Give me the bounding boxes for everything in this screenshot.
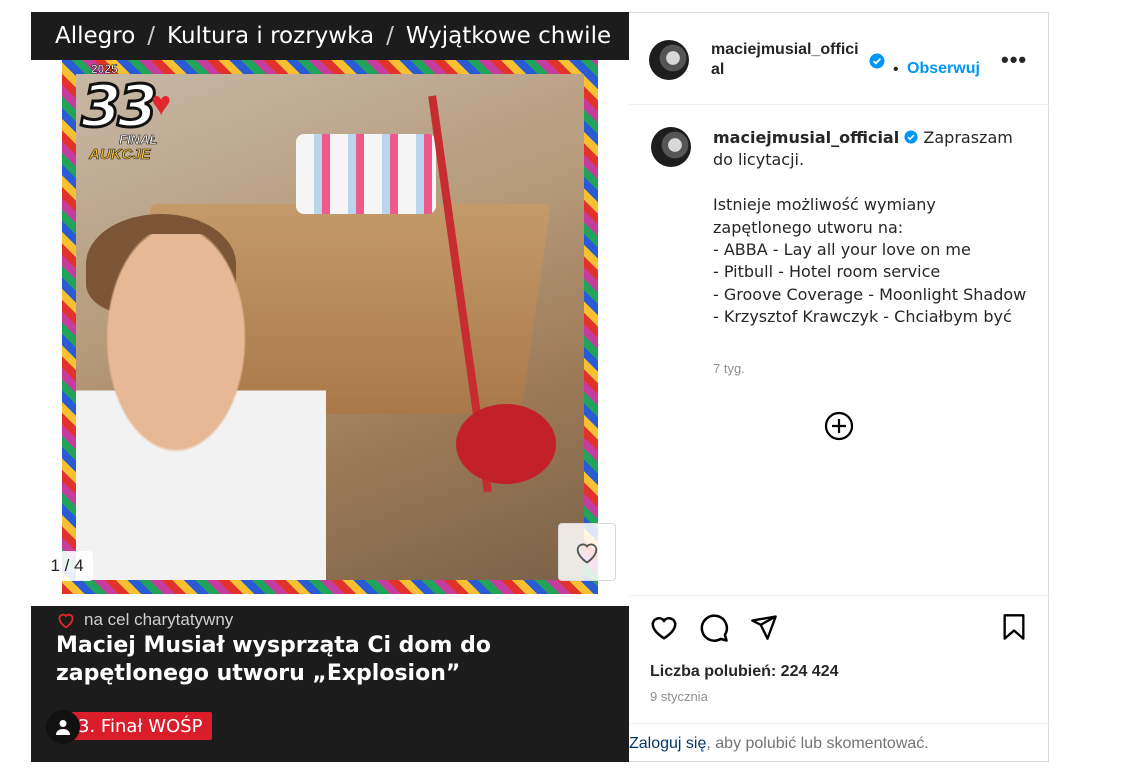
like-icon[interactable] [649,613,679,641]
username[interactable]: maciejmusial_official [711,40,866,80]
breadcrumb-item-allegro[interactable]: Allegro [55,23,135,49]
logo-number: 33 [80,71,160,142]
verified-badge-icon [869,53,885,69]
logo-line2: AUKCJE [89,146,151,164]
caption-username[interactable]: maciejmusial_official [713,128,899,147]
caption-time: 7 tyg. [713,361,745,376]
breadcrumb: Allegro / Kultura i rozrywka / Wyjątkowe… [31,12,629,60]
media-panel: Allegro / Kultura i rozrywka / Wyjątkowe… [31,12,629,762]
plus-circle-icon[interactable] [823,410,855,442]
avatar[interactable] [651,127,691,167]
favorite-button[interactable] [558,523,616,581]
save-icon[interactable] [1001,613,1027,641]
post-date: 9 stycznia [650,689,708,704]
actions-divider [629,595,1049,596]
more-horizontal-icon[interactable]: ••• [1001,47,1027,73]
caption-text: maciejmusial_official Zapraszam do licyt… [713,127,1028,329]
caption-area: maciejmusial_official Zapraszam do licyt… [629,105,1049,595]
breadcrumb-item-kultura[interactable]: Kultura i rozrywka [167,23,374,49]
verified-badge-icon [904,130,918,144]
breadcrumb-item-wyjatkowe[interactable]: Wyjątkowe chwile [406,23,611,49]
heart-outline-icon [576,543,598,564]
charity-heart-icon [58,613,74,629]
user-icon [56,720,70,735]
logo-line1: FINAŁ [119,132,158,148]
login-link[interactable]: Zaloguj się [629,735,706,753]
post-header: maciejmusial_official • Obserwuj ••• [629,13,1049,105]
wosp-auction-logo: 2025 33 ♥ FINAŁ AUKCJE [79,62,189,164]
breadcrumb-separator: / [386,23,394,49]
share-icon[interactable] [749,613,779,641]
comment-icon[interactable] [699,613,729,643]
separator-dot: • [893,61,899,78]
charity-label: na cel charytatywny [56,610,233,630]
likes-count[interactable]: Liczba polubień: 224 424 [650,663,839,681]
login-text: , aby polubić lub skomentować. [706,734,929,752]
user-button[interactable] [46,710,80,744]
avatar[interactable] [649,40,689,80]
offer-title[interactable]: Maciej Musiał wysprząta Ci dom do zapętl… [56,632,576,688]
follow-button[interactable]: Obserwuj [907,60,980,78]
charity-text: na cel charytatywny [84,610,234,629]
caption-body: Zapraszam do licytacji. Istnieje możliwo… [713,128,1027,327]
breadcrumb-separator: / [147,23,156,49]
login-prompt: Zaloguj się, aby polubić lub skomentować… [629,723,1049,763]
image-counter: 1 / 4 [41,551,93,581]
instagram-post: maciejmusial_official • Obserwuj ••• mac… [629,12,1049,762]
wosp-heart-icon: ♥ [151,85,172,123]
